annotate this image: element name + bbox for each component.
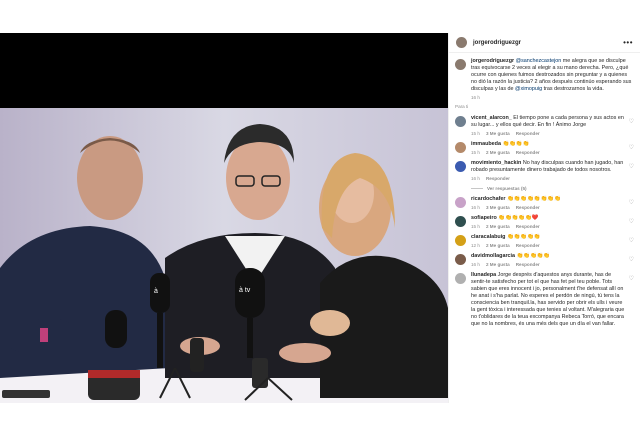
commenter-avatar[interactable] (455, 116, 466, 127)
post-header: jorgerodriguezgr ••• (449, 33, 640, 53)
comment-body: Jorge després d'aquestos anys durante, h… (471, 272, 625, 327)
comment-meta: 16 h Responder (471, 176, 626, 181)
comment-meta: 16 h 3 Me gusta Responder (471, 205, 626, 210)
caption-username[interactable]: jorgerodriguezgr (471, 58, 514, 64)
comment-meta: 15 h 2 Me gusta Responder (471, 224, 626, 229)
comment-item: ricardochafer 👏👏👏👏👏👏👏👏 16 h 3 Me gusta Resp… (455, 196, 634, 210)
reply-button[interactable]: Responder (516, 262, 540, 267)
commenter-username[interactable]: vicent_alarcon_ (471, 115, 512, 121)
comment-text: davidmollagarcia 👏👏👏👏👏 (471, 253, 626, 260)
comment-meta: 15 h 3 Me gusta Responder (471, 131, 626, 136)
reply-button[interactable]: Responder (516, 224, 540, 229)
commenter-avatar[interactable] (455, 161, 466, 172)
comment-item: vicent_alarcon_ El tiempo pone a cada pe… (455, 115, 634, 136)
instagram-post: à à tv jorgerodriguezgr ••• jorgerodrigu… (0, 33, 640, 403)
comment-time: 16 h (471, 205, 480, 210)
comment-text: claracalabuig 👏👏👏👏👏 (471, 234, 626, 241)
comment-text: movimiento_hackin No hay disculpas cuand… (471, 160, 626, 174)
like-heart-icon[interactable]: ♡ (629, 237, 634, 244)
comment-body: 👏👏👏👏👏❤️ (498, 215, 539, 221)
svg-text:à tv: à tv (239, 287, 251, 294)
commenter-username[interactable]: claracalabuig (471, 234, 505, 240)
comment-item: immaubeda 👏👏👏👏 15 h 2 Me gusta Responder ♡ (455, 141, 634, 155)
comment-text: sofiapeiro 👏👏👏👏👏❤️ (471, 215, 626, 222)
post-media[interactable]: à à tv (0, 33, 448, 403)
caption-text: jorgerodriguezgr @sanchezcastejon me ale… (471, 58, 634, 93)
commenter-username[interactable]: davidmollagarcia (471, 253, 515, 259)
caption-time: 16 h (471, 95, 480, 100)
author-username[interactable]: jorgerodriguezgr (473, 40, 623, 46)
commenter-username[interactable]: llunadepa (471, 272, 496, 278)
commenter-username[interactable]: ricardochafer (471, 196, 505, 202)
comment-list: vicent_alarcon_ El tiempo pone a cada pe… (455, 115, 634, 328)
reply-button[interactable]: Responder (516, 205, 540, 210)
view-replies-button[interactable]: Ver respuestas (5) (471, 186, 626, 191)
comment-text: vicent_alarcon_ El tiempo pone a cada pe… (471, 115, 626, 129)
reply-button[interactable]: Responder (516, 131, 540, 136)
comment-body: 👏👏👏👏 (502, 141, 530, 147)
commenter-username[interactable]: movimiento_hackin (471, 160, 521, 166)
comment-body: 👏👏👏👏👏 (506, 234, 541, 240)
more-horizontal-icon[interactable]: ••• (623, 38, 633, 47)
like-heart-icon[interactable]: ♡ (629, 199, 634, 206)
comment-item: claracalabuig 👏👏👏👏👏 12 h 2 Me gusta Respond… (455, 234, 634, 248)
comment-time: 16 h (471, 262, 480, 267)
caption-avatar[interactable] (455, 59, 466, 70)
comment-text: immaubeda 👏👏👏👏 (471, 141, 626, 148)
comment-likes[interactable]: 2 Me gusta (486, 262, 510, 267)
commenter-avatar[interactable] (455, 254, 466, 265)
commenter-avatar[interactable] (455, 142, 466, 153)
comment-body: 👏👏👏👏👏 (516, 253, 551, 259)
like-heart-icon[interactable]: ♡ (629, 163, 634, 170)
comment-item: movimiento_hackin No hay disculpas cuand… (455, 160, 634, 191)
like-heart-icon[interactable]: ♡ (629, 275, 634, 282)
comments-thread: jorgerodriguezgr @sanchezcastejon me ale… (449, 53, 640, 328)
comment-likes[interactable]: 2 Me gusta (486, 150, 510, 155)
svg-text:à: à (154, 288, 158, 295)
commenter-avatar[interactable] (455, 273, 466, 284)
comments-panel: jorgerodriguezgr ••• jorgerodriguezgr @s… (448, 33, 640, 403)
comment-body: 👏👏👏👏👏👏👏👏 (506, 196, 561, 202)
post-photo: à à tv (0, 108, 448, 403)
comment-time: 15 h (471, 224, 480, 229)
caption-body-end: tras destrozarnos la vida. (542, 86, 604, 92)
like-heart-icon[interactable]: ♡ (629, 256, 634, 263)
comment-time: 12 h (471, 243, 480, 248)
comment-text: llunadepa Jorge després d'aquestos anys … (471, 272, 626, 328)
comment-text: ricardochafer 👏👏👏👏👏👏👏👏 (471, 196, 626, 203)
comment-time: 15 h (471, 150, 480, 155)
comment-meta: 15 h 2 Me gusta Responder (471, 150, 626, 155)
comment-time: 16 h (471, 176, 480, 181)
like-heart-icon[interactable]: ♡ (629, 144, 634, 151)
reply-button[interactable]: Responder (516, 150, 540, 155)
commenter-avatar[interactable] (455, 235, 466, 246)
reply-button[interactable]: Responder (486, 176, 510, 181)
commenter-avatar[interactable] (455, 197, 466, 208)
comment-item: llunadepa Jorge després d'aquestos anys … (455, 272, 634, 328)
like-heart-icon[interactable]: ♡ (629, 218, 634, 225)
reply-button[interactable]: Responder (516, 243, 540, 248)
caption: jorgerodriguezgr @sanchezcastejon me ale… (455, 58, 634, 100)
like-heart-icon[interactable]: ♡ (629, 118, 634, 125)
commenter-avatar[interactable] (455, 216, 466, 227)
comment-likes[interactable]: 2 Me gusta (486, 224, 510, 229)
comment-likes[interactable]: 3 Me gusta (486, 205, 510, 210)
comment-meta: 16 h 2 Me gusta Responder (471, 262, 626, 267)
comment-meta: 12 h 2 Me gusta Responder (471, 243, 626, 248)
comment-time: 15 h (471, 131, 480, 136)
comment-likes[interactable]: 3 Me gusta (486, 131, 510, 136)
comment-item: sofiapeiro 👏👏👏👏👏❤️ 15 h 2 Me gusta Responde… (455, 215, 634, 229)
media-letterbox (0, 33, 448, 108)
author-avatar[interactable] (456, 37, 467, 48)
mention-link[interactable]: @ximopuig (515, 86, 542, 92)
comment-likes[interactable]: 2 Me gusta (486, 243, 510, 248)
comment-item: davidmollagarcia 👏👏👏👏👏 16 h 2 Me gusta Resp… (455, 253, 634, 267)
translate-label[interactable]: Para ti (455, 104, 634, 109)
mention-link[interactable]: @sanchezcastejon (516, 58, 562, 64)
commenter-username[interactable]: immaubeda (471, 141, 501, 147)
commenter-username[interactable]: sofiapeiro (471, 215, 497, 221)
